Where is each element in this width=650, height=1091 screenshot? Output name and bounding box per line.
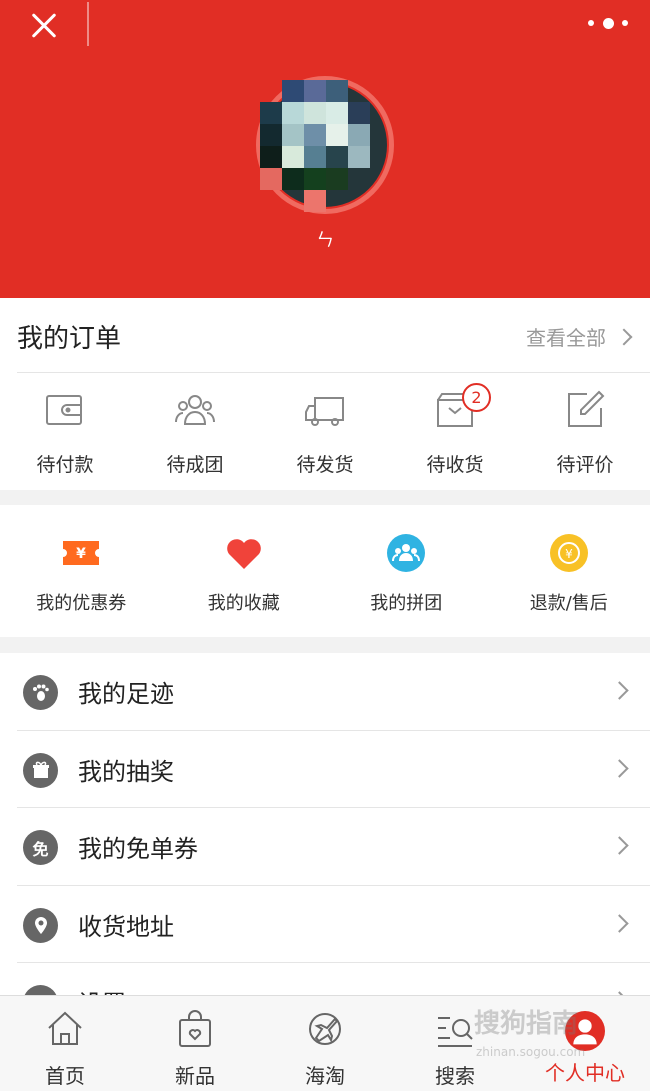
chevron-right-icon [615,328,633,345]
my-orders-section: 我的订单 查看全部 待付款 待成团 待发货 2 待收货 待评价 [0,298,650,490]
svg-text:¥: ¥ [76,546,86,562]
location-icon [23,907,58,943]
group-buy-icon [387,534,426,572]
nav-new-products[interactable]: 新品 [130,996,260,1091]
order-pending-group[interactable]: 待成团 [130,388,260,477]
search-icon [438,1017,473,1047]
order-label: 待付款 [36,454,94,476]
feature-label: 我的收藏 [207,593,280,614]
orders-title: 我的订单 [17,324,122,354]
header-divider [87,2,89,46]
menu-item-lottery[interactable]: 我的抽奖 [0,731,650,808]
nav-overseas[interactable]: 海淘 [260,996,390,1091]
refund-icon: ¥ [549,534,588,572]
my-favorites-button[interactable]: 我的收藏 [163,505,326,637]
nav-label: 新品 [175,1064,215,1088]
my-group-buy-button[interactable]: 我的拼团 [325,505,488,637]
refund-aftersale-button[interactable]: ¥ 退款/售后 [488,505,650,637]
nav-label: 海淘 [305,1064,345,1088]
nav-label: 首页 [45,1064,85,1088]
edit-icon [568,390,605,427]
menu-label: 我的抽奖 [78,757,174,786]
menu-item-address[interactable]: 收货地址 [0,886,650,963]
order-pending-shipment[interactable]: 待发货 [260,388,390,477]
nav-label: 搜索 [435,1064,475,1088]
truck-icon [305,397,344,426]
order-count-badge: 2 [462,383,491,412]
group-icon [175,395,215,425]
feature-label: 退款/售后 [529,593,608,614]
order-label: 待发货 [296,454,354,476]
plane-icon [309,1013,341,1045]
order-label: 待成团 [166,454,224,476]
features-section: ¥ 我的优惠券 我的收藏 我的拼团 ¥ 退款/售后 [0,505,650,637]
menu-item-free-coupon[interactable]: 免 我的免单券 [0,808,650,886]
feature-label: 我的拼团 [370,593,443,614]
chevron-right-icon [610,681,629,700]
chevron-right-icon [610,758,629,778]
svg-text:¥: ¥ [565,547,573,561]
menu-label: 收货地址 [78,912,174,941]
watermark: 搜狗指南 [474,1009,579,1039]
avatar-pixelated-image [260,80,390,220]
more-options-icon[interactable] [588,15,628,31]
view-all-orders-link[interactable]: 查看全部 [526,322,633,351]
menu-item-settings[interactable]: 设置 [0,963,650,995]
footprint-icon [23,675,58,710]
watermark-url: zhinan.sogou.com [476,1045,586,1059]
menu-label: 设置 [78,984,126,995]
order-label: 待收货 [426,454,484,476]
chevron-right-icon [610,913,629,933]
order-label: 待评价 [556,454,614,476]
settings-icon [23,985,58,995]
home-icon [48,1011,82,1045]
wallet-icon [46,395,82,425]
nav-home[interactable]: 首页 [0,996,130,1091]
chevron-right-icon [610,836,629,855]
username: ㄣ [316,230,334,251]
bag-icon [179,1010,211,1047]
close-icon[interactable] [26,8,62,44]
heart-icon [226,539,261,569]
order-pending-receipt[interactable]: 2 待收货 [390,383,520,477]
free-icon: 免 [23,830,58,865]
menu-label: 我的足迹 [78,680,174,708]
feature-label: 我的优惠券 [36,593,127,614]
menu-item-footprint[interactable]: 我的足迹 [0,653,650,731]
coupon-icon: ¥ [63,541,100,565]
gift-icon [23,752,58,788]
nav-label: 个人中心 [545,1061,625,1085]
my-coupons-button[interactable]: ¥ 我的优惠券 [0,505,163,637]
divider [17,372,650,373]
menu-list: 我的足迹 我的抽奖 免 我的免单券 收货地址 设置 [0,653,650,995]
profile-header: ㄣ [0,0,650,298]
menu-label: 我的免单券 [78,835,198,863]
order-pending-review[interactable]: 待评价 [520,388,650,477]
view-all-label: 查看全部 [526,326,606,350]
order-pending-payment[interactable]: 待付款 [0,388,130,477]
